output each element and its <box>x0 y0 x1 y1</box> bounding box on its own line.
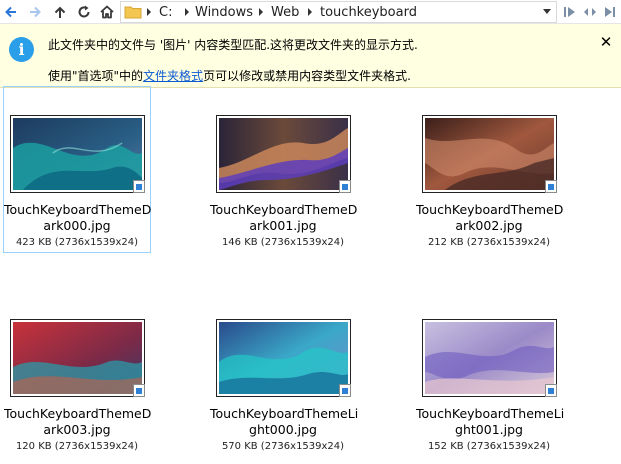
file-name-line: ark001.jpg <box>249 218 317 233</box>
info-message: 此文件夹中的文件与 '图片' 内容类型匹配.这将更改文件夹的显示方式. <box>48 38 418 52</box>
home-icon <box>100 5 114 19</box>
file-tile[interactable]: TouchKeyboardThemeLi ght001.jpg 152 KB (2… <box>415 290 565 457</box>
file-name-line: ark002.jpg <box>455 218 523 233</box>
toolbar: C: Windows Web touchkeyboard <box>0 0 621 24</box>
breadcrumb-web[interactable]: Web <box>271 5 299 21</box>
breadcrumb-c-drive[interactable]: C: <box>159 5 172 21</box>
image-badge-icon <box>133 180 145 193</box>
chevron-right-icon <box>147 8 151 16</box>
file-name-line: ght001.jpg <box>455 422 523 437</box>
address-bar[interactable]: C: Windows Web touchkeyboard <box>120 1 557 23</box>
file-info: 152 KB (2736x1539x24) <box>427 441 551 452</box>
image-badge-icon <box>545 180 557 193</box>
file-name: TouchKeyboardThemeLi ght000.jpg <box>210 406 359 438</box>
forward-button[interactable] <box>26 3 44 21</box>
folder-icon <box>124 6 142 19</box>
thumbnail-image <box>219 118 348 190</box>
home-button[interactable] <box>98 3 116 21</box>
thumbnail-image <box>425 322 554 394</box>
image-badge-icon <box>133 384 145 397</box>
thumbnail-image <box>219 322 348 394</box>
view-arrows-icon[interactable] <box>583 5 597 19</box>
file-tile[interactable]: TouchKeyboardThemeD ark001.jpg 146 KB (27… <box>209 86 357 253</box>
thumbnail-image <box>13 322 142 394</box>
thumbnail <box>216 115 351 193</box>
folder-format-link[interactable]: 文件夹格式 <box>143 69 203 83</box>
up-button[interactable] <box>51 3 69 21</box>
chevron-right-icon <box>308 8 312 16</box>
forward-arrow-icon <box>30 6 41 18</box>
info-bar: i 此文件夹中的文件与 '图片' 内容类型匹配.这将更改文件夹的显示方式. 使用… <box>0 24 621 88</box>
file-name: TouchKeyboardThemeD ark000.jpg <box>4 202 152 234</box>
file-tile[interactable]: TouchKeyboardThemeD ark002.jpg 212 KB (27… <box>415 86 563 253</box>
file-info: 570 KB (2736x1539x24) <box>221 441 345 452</box>
info-hint-prefix: 使用"首选项"中的 <box>48 69 144 83</box>
thumbnail-image <box>425 118 554 190</box>
view-play-icon[interactable] <box>563 5 577 19</box>
close-icon[interactable]: ✕ <box>599 35 613 50</box>
refresh-icon <box>78 5 90 18</box>
thumbnail <box>422 319 557 397</box>
file-tile[interactable]: TouchKeyboardThemeLi ght000.jpg 570 KB (2… <box>209 290 359 457</box>
file-name-line: TouchKeyboardThemeD <box>4 202 152 217</box>
file-name-line: TouchKeyboardThemeD <box>416 202 564 217</box>
file-info: 146 KB (2736x1539x24) <box>221 237 345 248</box>
thumbnail <box>422 115 557 193</box>
file-name: TouchKeyboardThemeLi ght001.jpg <box>416 406 565 438</box>
file-tile[interactable]: TouchKeyboardThemeD ark003.jpg 120 KB (27… <box>3 290 151 457</box>
file-info: 120 KB (2736x1539x24) <box>15 441 139 452</box>
back-arrow-icon <box>5 6 16 18</box>
info-icon: i <box>9 37 34 62</box>
up-arrow-icon <box>54 6 66 18</box>
thumbnail <box>216 319 351 397</box>
file-name-line: ght000.jpg <box>249 422 317 437</box>
refresh-button[interactable] <box>75 3 93 21</box>
file-name-line: TouchKeyboardThemeLi <box>416 406 565 421</box>
file-name: TouchKeyboardThemeD ark001.jpg <box>210 202 358 234</box>
file-name: TouchKeyboardThemeD ark002.jpg <box>416 202 564 234</box>
back-button[interactable] <box>2 3 20 21</box>
file-view: TouchKeyboardThemeD ark000.jpg 423 KB (27… <box>0 86 621 464</box>
view-next-icon[interactable] <box>603 5 617 19</box>
chevron-right-icon <box>259 8 263 16</box>
file-name-line: TouchKeyboardThemeLi <box>210 406 359 421</box>
breadcrumb-windows[interactable]: Windows <box>195 5 253 21</box>
info-hint: 使用"首选项"中的文件夹格式页可以修改或禁用内容类型文件夹格式. <box>48 67 411 84</box>
image-badge-icon <box>545 384 557 397</box>
breadcrumb-touchkeyboard[interactable]: touchkeyboard <box>320 5 417 21</box>
thumbnail <box>10 115 145 193</box>
image-badge-icon <box>339 180 351 193</box>
info-hint-suffix: 页可以修改或禁用内容类型文件夹格式. <box>203 69 411 83</box>
chevron-right-icon <box>185 8 189 16</box>
image-badge-icon <box>339 384 351 397</box>
chevron-down-icon[interactable] <box>542 9 552 15</box>
thumbnail-image <box>13 118 142 190</box>
file-name-line: ark003.jpg <box>43 422 111 437</box>
file-name-line: ark000.jpg <box>43 218 111 233</box>
file-name-line: TouchKeyboardThemeD <box>210 202 358 217</box>
file-name-line: TouchKeyboardThemeD <box>4 406 152 421</box>
file-tile[interactable]: TouchKeyboardThemeD ark000.jpg 423 KB (27… <box>3 86 151 253</box>
thumbnail <box>10 319 145 397</box>
file-name: TouchKeyboardThemeD ark003.jpg <box>4 406 152 438</box>
file-info: 423 KB (2736x1539x24) <box>15 237 139 248</box>
file-info: 212 KB (2736x1539x24) <box>427 237 551 248</box>
